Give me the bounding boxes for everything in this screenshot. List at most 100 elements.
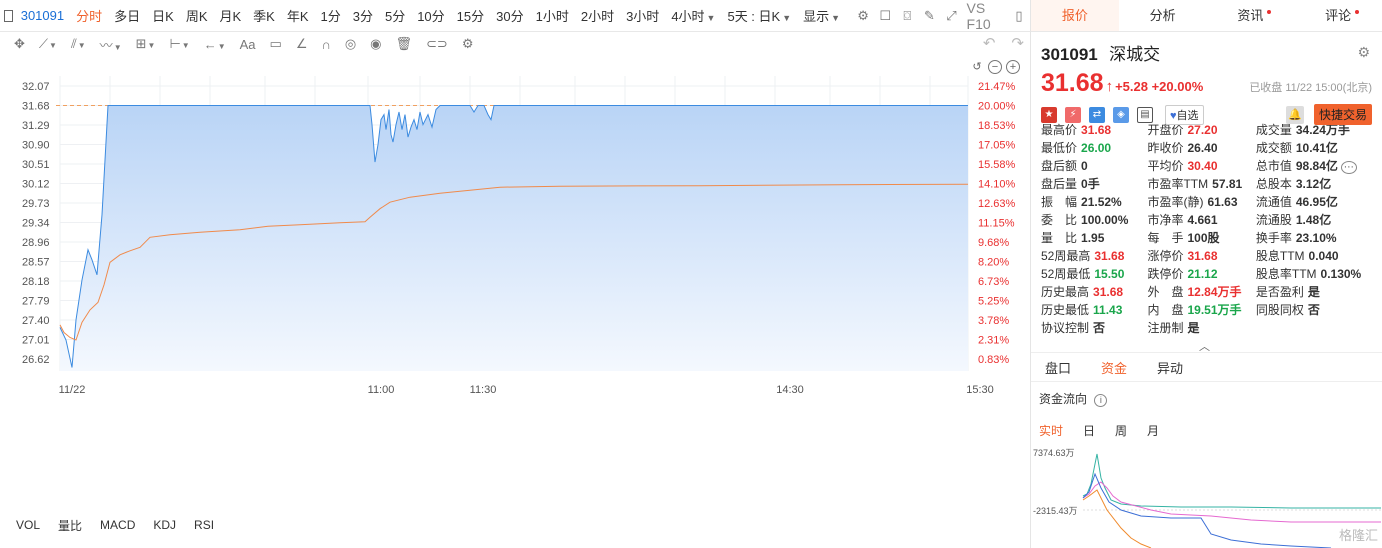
indicator-tab[interactable]: 量比 <box>58 517 82 534</box>
period-tab[interactable]: 周K <box>186 6 208 25</box>
period-tab[interactable]: 3小时 <box>626 6 659 25</box>
period-tab[interactable]: 2小时 <box>581 6 614 25</box>
quote-key: 同股同权 <box>1255 302 1304 317</box>
quote-value: 12.84万手 <box>1187 284 1242 299</box>
y-pct-tick-label: 20.00% <box>978 101 1016 113</box>
period-tab[interactable]: 5分 <box>385 6 405 25</box>
tab-quote[interactable]: 报价 <box>1031 0 1119 31</box>
price-area <box>60 105 968 371</box>
y-pct-tick-label: 21.47% <box>978 81 1016 93</box>
period-tab[interactable]: 1分 <box>321 6 341 25</box>
flow-tab-month[interactable]: 月 <box>1147 422 1159 439</box>
arrow-tool-icon[interactable]: ←▼ <box>204 37 226 52</box>
zoom-in-icon[interactable]: + <box>1006 60 1020 74</box>
compare-box-icon[interactable]: ☐ <box>879 7 891 25</box>
multi-day-dropdown[interactable]: 5天 : 日K ▼ <box>727 6 791 25</box>
intraday-chart[interactable]: ↺−+ 32.07 21.47% 31.68 20.00% 31.29 18.53% 30.… <box>0 56 1030 506</box>
sub-tab-changes[interactable]: 异动 <box>1157 358 1183 377</box>
fibonacci-tool-icon[interactable]: ⊞▼ <box>136 36 156 52</box>
more-icon[interactable]: ⋯ <box>1340 160 1357 174</box>
settings-gear-icon[interactable]: ⚙ <box>1357 44 1370 61</box>
flow-line-small <box>1082 472 1332 548</box>
zoom-out-icon[interactable]: − <box>988 60 1002 74</box>
quote-cell: 股息率TTM 0.130% <box>1256 265 1372 282</box>
channel-tool-icon[interactable]: ⫽▼ <box>71 36 86 52</box>
reset-icon[interactable]: ↺ <box>970 61 984 75</box>
quote-key: 股息率TTM <box>1255 266 1317 281</box>
period-tab[interactable]: 月K <box>219 6 241 25</box>
comment-tool-icon[interactable]: ▭ <box>270 36 282 52</box>
y-tick-label: 28.96 <box>22 237 50 249</box>
period-tab[interactable]: 多日 <box>114 6 140 25</box>
period-tab[interactable]: 3分 <box>353 6 373 25</box>
tab-comments[interactable]: 评论 <box>1294 0 1382 31</box>
quote-key: 昨收价 <box>1147 140 1184 155</box>
bell-icon[interactable]: 🔔 <box>1285 105 1304 124</box>
up-arrow-icon: ↑ <box>1105 78 1114 95</box>
vs-f10-button[interactable]: VS F10 <box>967 0 998 32</box>
period-tab[interactable]: 30分 <box>496 6 523 25</box>
quote-value: 是 <box>1307 284 1320 299</box>
sidebar-toggle-icon[interactable] <box>4 9 13 22</box>
lightning-icon[interactable]: ⚡ <box>1065 106 1081 123</box>
move-tool-icon[interactable]: ✥ <box>14 36 25 52</box>
tab-analysis[interactable]: 分析 <box>1119 0 1207 31</box>
info-icon[interactable]: i <box>1094 394 1108 407</box>
indicator-tab[interactable]: RSI <box>194 518 214 532</box>
quote-row: 52周最低 15.50 跌停价 21.12 股息率TTM 0.130% <box>1041 264 1372 282</box>
flow-tab-realtime[interactable]: 实时 <box>1039 422 1063 439</box>
period-tab[interactable]: 日K <box>152 6 174 25</box>
measure-tool-icon[interactable]: ⊢▼ <box>169 36 189 52</box>
period-tab[interactable]: 季K <box>253 6 275 25</box>
camera-icon[interactable]: ⌼ <box>901 7 913 25</box>
fullscreen-icon[interactable]: ⤢ <box>945 7 957 25</box>
sub-tab-orderbook[interactable]: 盘口 <box>1045 358 1071 377</box>
line-tool-icon[interactable]: ⟋▼ <box>39 36 57 52</box>
tag-icon[interactable]: ◈ <box>1113 106 1129 123</box>
exchange-icon[interactable]: ⇄ <box>1089 106 1105 123</box>
indicator-tab[interactable]: VOL <box>16 518 40 532</box>
period-tab[interactable]: 1小时 <box>536 6 569 25</box>
sub-tab-funds[interactable]: 资金 <box>1101 358 1127 377</box>
flow-tab-week[interactable]: 周 <box>1115 422 1127 439</box>
panel-toggle-icon[interactable]: ▯ <box>1013 7 1025 25</box>
quote-value: 1.95 <box>1081 230 1105 245</box>
text-tool[interactable]: Aa <box>240 37 256 52</box>
tab-news[interactable]: 资讯 <box>1207 0 1295 31</box>
period-tab[interactable]: 年K <box>287 6 309 25</box>
quote-key: 振 幅 <box>1041 194 1078 209</box>
delete-tool-icon[interactable]: 🗑 <box>396 36 413 52</box>
wave-tool-icon[interactable]: 〰▼ <box>100 35 122 54</box>
undo-icon[interactable]: ↶ <box>983 35 996 52</box>
period-dropdown[interactable]: 4小时 ▼ <box>671 6 715 25</box>
indicator-tab[interactable]: KDJ <box>153 518 176 532</box>
pen-icon[interactable]: ✎ <box>923 7 935 25</box>
indicator-tab[interactable]: MACD <box>100 518 135 532</box>
document-icon[interactable]: ▤ <box>1137 106 1153 123</box>
flow-tab-day[interactable]: 日 <box>1083 422 1095 439</box>
y-tick-label: 30.12 <box>22 179 50 191</box>
tool-settings-icon[interactable]: ⚙ <box>462 36 474 52</box>
quote-cell: 最低价 26.00 <box>1041 139 1147 156</box>
quote-key: 52周最低 <box>1041 266 1091 281</box>
stock-code-link[interactable]: 301091 <box>21 8 64 23</box>
link-tool-icon[interactable]: ⊂⊃ <box>426 36 448 52</box>
lock-tool-icon[interactable]: ◎ <box>345 36 356 52</box>
y-pct-tick-label: 5.25% <box>978 296 1009 308</box>
add-favorite-button[interactable]: ♥自选 <box>1165 104 1204 125</box>
settings-gear-icon[interactable]: ⚙ <box>857 7 869 25</box>
y-tick-label: 32.07 <box>22 81 50 93</box>
redo-icon[interactable]: ↷ <box>1011 35 1024 52</box>
period-tab[interactable]: 15分 <box>457 6 484 25</box>
display-dropdown[interactable]: 显示 ▼ <box>803 6 840 25</box>
quote-cell: 市盈率(静) 61.63 <box>1147 193 1255 210</box>
period-tab[interactable]: 分时 <box>76 6 102 25</box>
multi-day-label: 5天 : 日K <box>727 9 781 24</box>
magnet-tool-icon[interactable]: ∩ <box>321 37 330 52</box>
quote-cell: 换手率 23.10% <box>1256 229 1372 246</box>
angle-tool-icon[interactable]: ∠ <box>296 36 308 52</box>
stock-header: 301091 深城交 ⚙ 31.68 ↑ +5.28 +20.00% 已收盘 1… <box>1031 32 1382 125</box>
quick-trade-button[interactable]: 快捷交易 <box>1313 104 1372 125</box>
eye-tool-icon[interactable]: ◉ <box>370 36 381 52</box>
period-tab[interactable]: 10分 <box>417 6 444 25</box>
